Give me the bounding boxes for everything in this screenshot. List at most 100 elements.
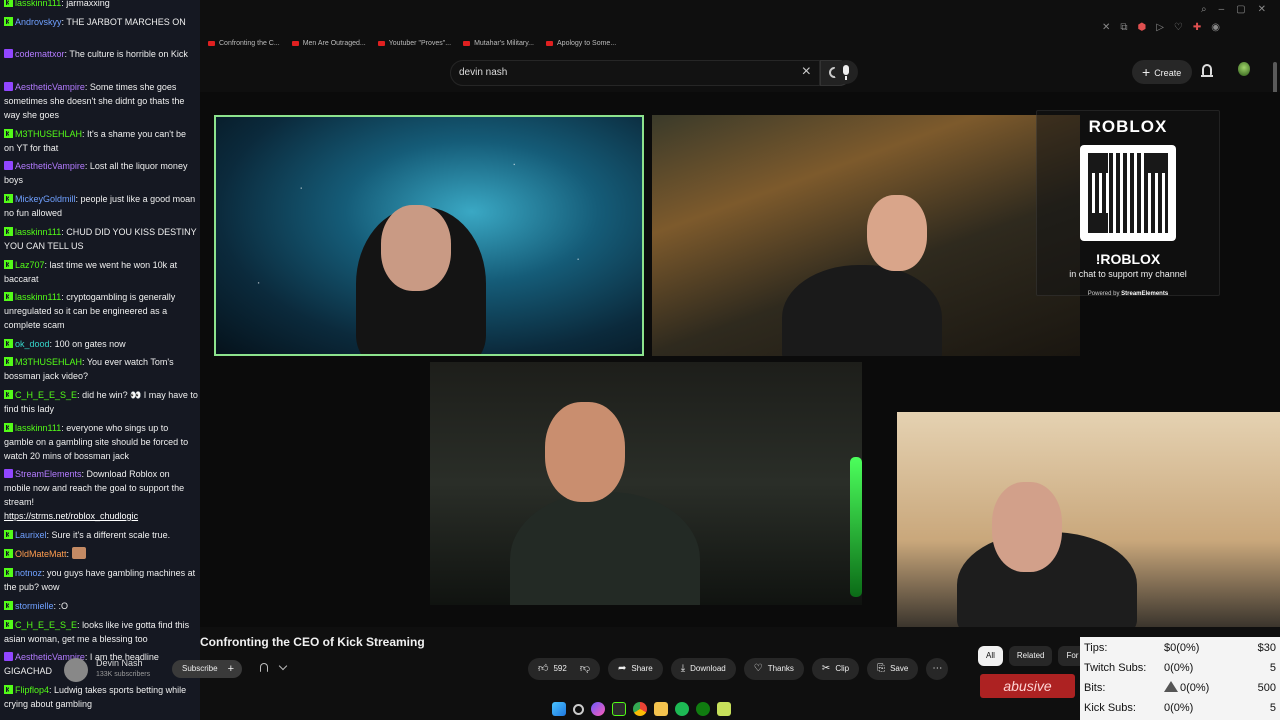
chat-message: M3THUSEHLAH: It's a shame you can't be o… <box>4 127 198 155</box>
notifications-bell-icon[interactable] <box>1201 64 1213 77</box>
camera-tile-1 <box>214 115 644 356</box>
chat-message: codemattxor: The culture is horrible on … <box>4 47 198 61</box>
kick-badge-icon <box>4 620 13 629</box>
chat-username[interactable]: M3THUSEHLAH <box>15 129 82 139</box>
bell-icon <box>260 663 268 672</box>
like-button[interactable]: 👍︎ 592 👎︎ <box>528 658 600 680</box>
windows-taskbar <box>536 698 746 720</box>
chat-username[interactable]: Laurixel <box>15 530 47 540</box>
chat-username[interactable]: lasskinn111 <box>15 227 61 237</box>
chrome-icon[interactable] <box>632 702 647 716</box>
thanks-button[interactable]: ♡ Thanks <box>743 658 804 680</box>
chat-username[interactable]: C_H_E_E_S_E <box>15 390 77 400</box>
chat-link[interactable]: https://strms.net/roblox_chudlogic <box>4 511 138 521</box>
chat-username[interactable]: AestheticVampire <box>15 82 85 92</box>
save-button[interactable]: ⎘ Save <box>867 658 919 680</box>
goal-current-value: 0(0%) <box>1164 702 1194 714</box>
copilot-icon[interactable] <box>590 702 605 716</box>
camera-tile-3 <box>430 362 862 605</box>
notification-preferences-button[interactable] <box>258 661 292 678</box>
spotify-icon[interactable] <box>674 702 689 716</box>
search-input[interactable]: devin nash × <box>450 60 820 86</box>
download-label: Download <box>690 664 726 673</box>
chat-username[interactable]: lasskinn111 <box>15 423 61 433</box>
video-player[interactable]: ROBLOX !ROBLOX in chat to support my cha… <box>200 92 1280 627</box>
chat-username[interactable]: Androvskyy <box>15 17 62 27</box>
maximize-icon[interactable]: ▢ <box>1236 4 1245 15</box>
chip-all[interactable]: All <box>978 646 1003 666</box>
clear-search-icon[interactable]: × <box>802 63 811 81</box>
xbox-icon[interactable] <box>695 702 710 716</box>
clip-button[interactable]: ✂ Clip <box>811 658 860 680</box>
stream-goals-panel: Tips: $0(0%) $30 Twitch Subs: 0(0%) 5 Bits: 0(0… <box>1080 637 1280 720</box>
chat-message: OldMateMatt: <box>4 547 198 561</box>
profile-icon[interactable]: ◉ <box>1211 22 1220 33</box>
qr-code <box>1080 145 1176 241</box>
close-icon[interactable]: ✕ <box>1102 22 1110 33</box>
copy-icon[interactable]: ⧉ <box>1120 22 1127 33</box>
search-icon[interactable]: ⌕ <box>1201 4 1207 15</box>
channel-avatar[interactable] <box>64 658 88 682</box>
chat-username[interactable]: M3THUSEHLAH <box>15 357 82 367</box>
app-icon[interactable] <box>716 702 731 716</box>
chat-username[interactable]: AestheticVampire <box>15 161 85 171</box>
bookmark-item[interactable]: Apology to Some... <box>546 40 616 47</box>
youtube-icon <box>463 41 471 46</box>
chat-username[interactable]: stormielle <box>15 601 54 611</box>
chat-username[interactable]: notnoz <box>15 568 42 578</box>
share-button[interactable]: ➦ Share <box>607 658 663 680</box>
thanks-icon: ♡ <box>753 663 763 674</box>
channel-name[interactable]: Devin Nash <box>96 658 143 668</box>
youtube-icon <box>208 41 215 46</box>
bookmark-label: Youtuber "Proves"... <box>388 40 452 47</box>
file-explorer-icon[interactable] <box>653 702 668 716</box>
chat-text: Sure it's a different scale true. <box>51 530 171 540</box>
ublock-icon[interactable]: ⬢ <box>1137 22 1146 33</box>
thumbs-down-icon[interactable]: 👎︎ <box>580 658 590 680</box>
account-avatar[interactable] <box>1238 62 1250 76</box>
heart-icon[interactable]: ♡ <box>1174 22 1183 33</box>
close-icon[interactable]: ✕ <box>1258 4 1266 15</box>
goal-label: Bits: <box>1084 682 1106 694</box>
more-actions-button[interactable]: ⋯ <box>926 658 949 680</box>
extension-icon[interactable]: ✚ <box>1193 22 1201 33</box>
emote-icon <box>71 547 86 559</box>
chat-username[interactable]: OldMateMatt <box>15 549 67 559</box>
browser-top-strip: ⌕ – ▢ ✕ ✕ ⧉ ⬢ ▷ ♡ ✚ ◉ Confronting the C.… <box>200 0 1280 58</box>
chat-username[interactable]: codemattxor <box>15 49 65 59</box>
chat-text: :O <box>58 601 69 611</box>
minimize-icon[interactable]: – <box>1219 4 1225 15</box>
goal-target: 5 <box>1269 662 1276 674</box>
voice-search-button[interactable] <box>834 60 858 84</box>
chat-message: lasskinn111: jarmaxxing <box>4 0 198 10</box>
save-label: Save <box>890 664 909 673</box>
chat-username[interactable]: MickeyGoldmill <box>15 194 76 204</box>
plus-icon: + <box>1142 64 1151 80</box>
search-icon[interactable] <box>572 703 584 715</box>
chat-username[interactable]: Flipflop4 <box>15 685 49 695</box>
bookmark-item[interactable]: Youtuber "Proves"... <box>377 40 452 47</box>
chat-username[interactable]: StreamElements <box>15 469 82 479</box>
chat-username[interactable]: C_H_E_E_S_E <box>15 620 77 630</box>
kick-app-icon[interactable] <box>611 702 626 716</box>
play-icon[interactable]: ▷ <box>1156 22 1164 33</box>
download-icon: ⤓ <box>680 663 686 674</box>
chat-username[interactable]: lasskinn111 <box>15 0 61 8</box>
chat-username[interactable]: ok_dood <box>15 339 50 349</box>
download-button[interactable]: ⤓ Download <box>670 658 736 680</box>
stream-chat-panel: lasskinn111: jarmaxxing Androvskyy: THE J… <box>0 0 200 720</box>
like-count: 592 <box>553 664 567 673</box>
bookmark-item[interactable]: Men Are Outraged... <box>291 40 366 47</box>
create-button[interactable]: + Create <box>1132 60 1192 84</box>
youtube-icon <box>546 41 554 46</box>
subscribe-button[interactable]: Subscribe <box>172 660 242 678</box>
chat-username[interactable]: Laz707 <box>15 260 45 270</box>
chip-related[interactable]: Related <box>1008 646 1053 666</box>
chat-message: StreamElements: Download Roblox on mobil… <box>4 467 198 523</box>
chat-username[interactable]: lasskinn111 <box>15 292 61 302</box>
bookmark-item[interactable]: Mutahar's Military... <box>463 40 534 47</box>
windows-start-icon[interactable] <box>551 702 566 716</box>
kick-badge-icon <box>4 685 13 694</box>
chat-text: 100 on gates now <box>54 339 126 349</box>
bookmark-item[interactable]: Confronting the C... <box>208 40 280 47</box>
